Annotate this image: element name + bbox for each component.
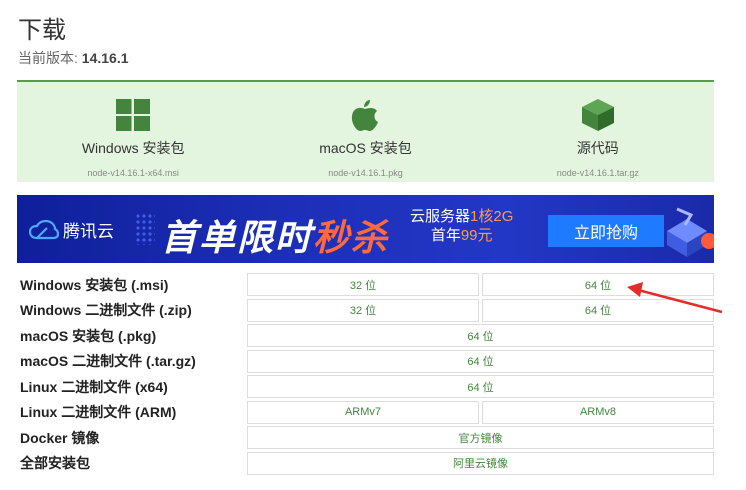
- download-name: 源代码: [576, 140, 619, 156]
- apple-icon: [350, 98, 380, 132]
- row-label: Docker 镜像: [20, 429, 100, 446]
- offer-line2-a: 首年: [430, 227, 461, 244]
- offer-line2-b: 99元: [460, 227, 493, 244]
- download-link[interactable]: 64 位: [247, 375, 714, 399]
- headline-part1: 首单限时: [161, 217, 314, 258]
- table-row: Windows 二进制文件 (.zip) 32 位 64 位: [17, 298, 714, 324]
- headline-part2: 秒杀: [313, 217, 390, 258]
- download-link[interactable]: 64 位: [247, 349, 714, 373]
- current-version: 当前版本: 14.16.1: [18, 48, 129, 68]
- table-row: macOS 二进制文件 (.tar.gz) 64 位: [17, 349, 714, 375]
- offer-line1-a: 云服务器: [410, 208, 471, 225]
- download-file: node-v14.16.1.pkg: [328, 168, 403, 178]
- version-label: 当前版本:: [18, 50, 78, 66]
- download-file: node-v14.16.1.tar.gz: [556, 168, 639, 178]
- table-row: Linux 二进制文件 (x64) 64 位: [17, 374, 714, 400]
- banner-headline: 首单限时秒杀: [161, 209, 389, 261]
- download-panel: Windows 安装包 node-v14.16.1-x64.msi macOS …: [17, 80, 714, 182]
- download-link[interactable]: 官方镜像: [247, 426, 714, 450]
- row-label: Windows 安装包 (.msi): [20, 276, 169, 293]
- offer-line1-b: 1核2G: [470, 208, 514, 225]
- download-table: Windows 安装包 (.msi) 32 位 64 位 Windows 二进制…: [17, 272, 714, 476]
- row-label: 全部安装包: [20, 455, 90, 472]
- tencent-cloud-logo: 腾讯云: [29, 217, 114, 242]
- download-link[interactable]: 64 位: [482, 298, 714, 322]
- download-windows-installer[interactable]: Windows 安装包 node-v14.16.1-x64.msi: [17, 82, 249, 182]
- download-link[interactable]: ARMv8: [482, 400, 714, 424]
- download-name: macOS 安装包: [319, 140, 412, 156]
- download-source-code[interactable]: 源代码 node-v14.16.1.tar.gz: [482, 82, 714, 182]
- download-name: Windows 安装包: [81, 140, 185, 156]
- dot-pattern: [135, 213, 155, 245]
- download-link[interactable]: 32 位: [247, 273, 479, 297]
- download-file: node-v14.16.1-x64.msi: [87, 168, 179, 178]
- server-illustration-icon: [667, 207, 714, 257]
- table-row: Windows 安装包 (.msi) 32 位 64 位: [17, 272, 714, 298]
- row-label: Linux 二进制文件 (x64): [20, 378, 168, 395]
- download-link[interactable]: 64 位: [247, 324, 714, 348]
- download-link[interactable]: 32 位: [247, 298, 479, 322]
- brand-name: 腾讯云: [63, 222, 114, 241]
- download-macos-installer[interactable]: macOS 安装包 node-v14.16.1.pkg: [249, 82, 481, 182]
- download-link[interactable]: ARMv7: [247, 400, 479, 424]
- windows-icon: [116, 98, 151, 132]
- banner-offer: 云服务器1核2G 首年99元: [410, 207, 513, 245]
- table-row: Docker 镜像 官方镜像: [17, 425, 714, 451]
- page-title: 下载: [18, 17, 66, 44]
- version-value: 14.16.1: [81, 50, 129, 66]
- row-label: macOS 安装包 (.pkg): [20, 327, 157, 344]
- row-label: Windows 二进制文件 (.zip): [20, 302, 192, 319]
- row-label: macOS 二进制文件 (.tar.gz): [20, 353, 196, 370]
- table-row: macOS 安装包 (.pkg) 64 位: [17, 323, 714, 349]
- box-icon: [581, 98, 615, 132]
- row-label: Linux 二进制文件 (ARM): [20, 404, 177, 421]
- tencent-cloud-ad-banner[interactable]: 腾讯云 首单限时秒杀 云服务器1核2G 首年99元 立即抢购: [17, 195, 714, 263]
- table-row: Linux 二进制文件 (ARM) ARMv7 ARMv8: [17, 400, 714, 426]
- download-link[interactable]: 64 位: [482, 273, 714, 297]
- table-row: 全部安装包 阿里云镜像: [17, 451, 714, 477]
- buy-now-button[interactable]: 立即抢购: [548, 215, 664, 247]
- download-link[interactable]: 阿里云镜像: [247, 451, 714, 475]
- cloud-icon: [29, 219, 59, 239]
